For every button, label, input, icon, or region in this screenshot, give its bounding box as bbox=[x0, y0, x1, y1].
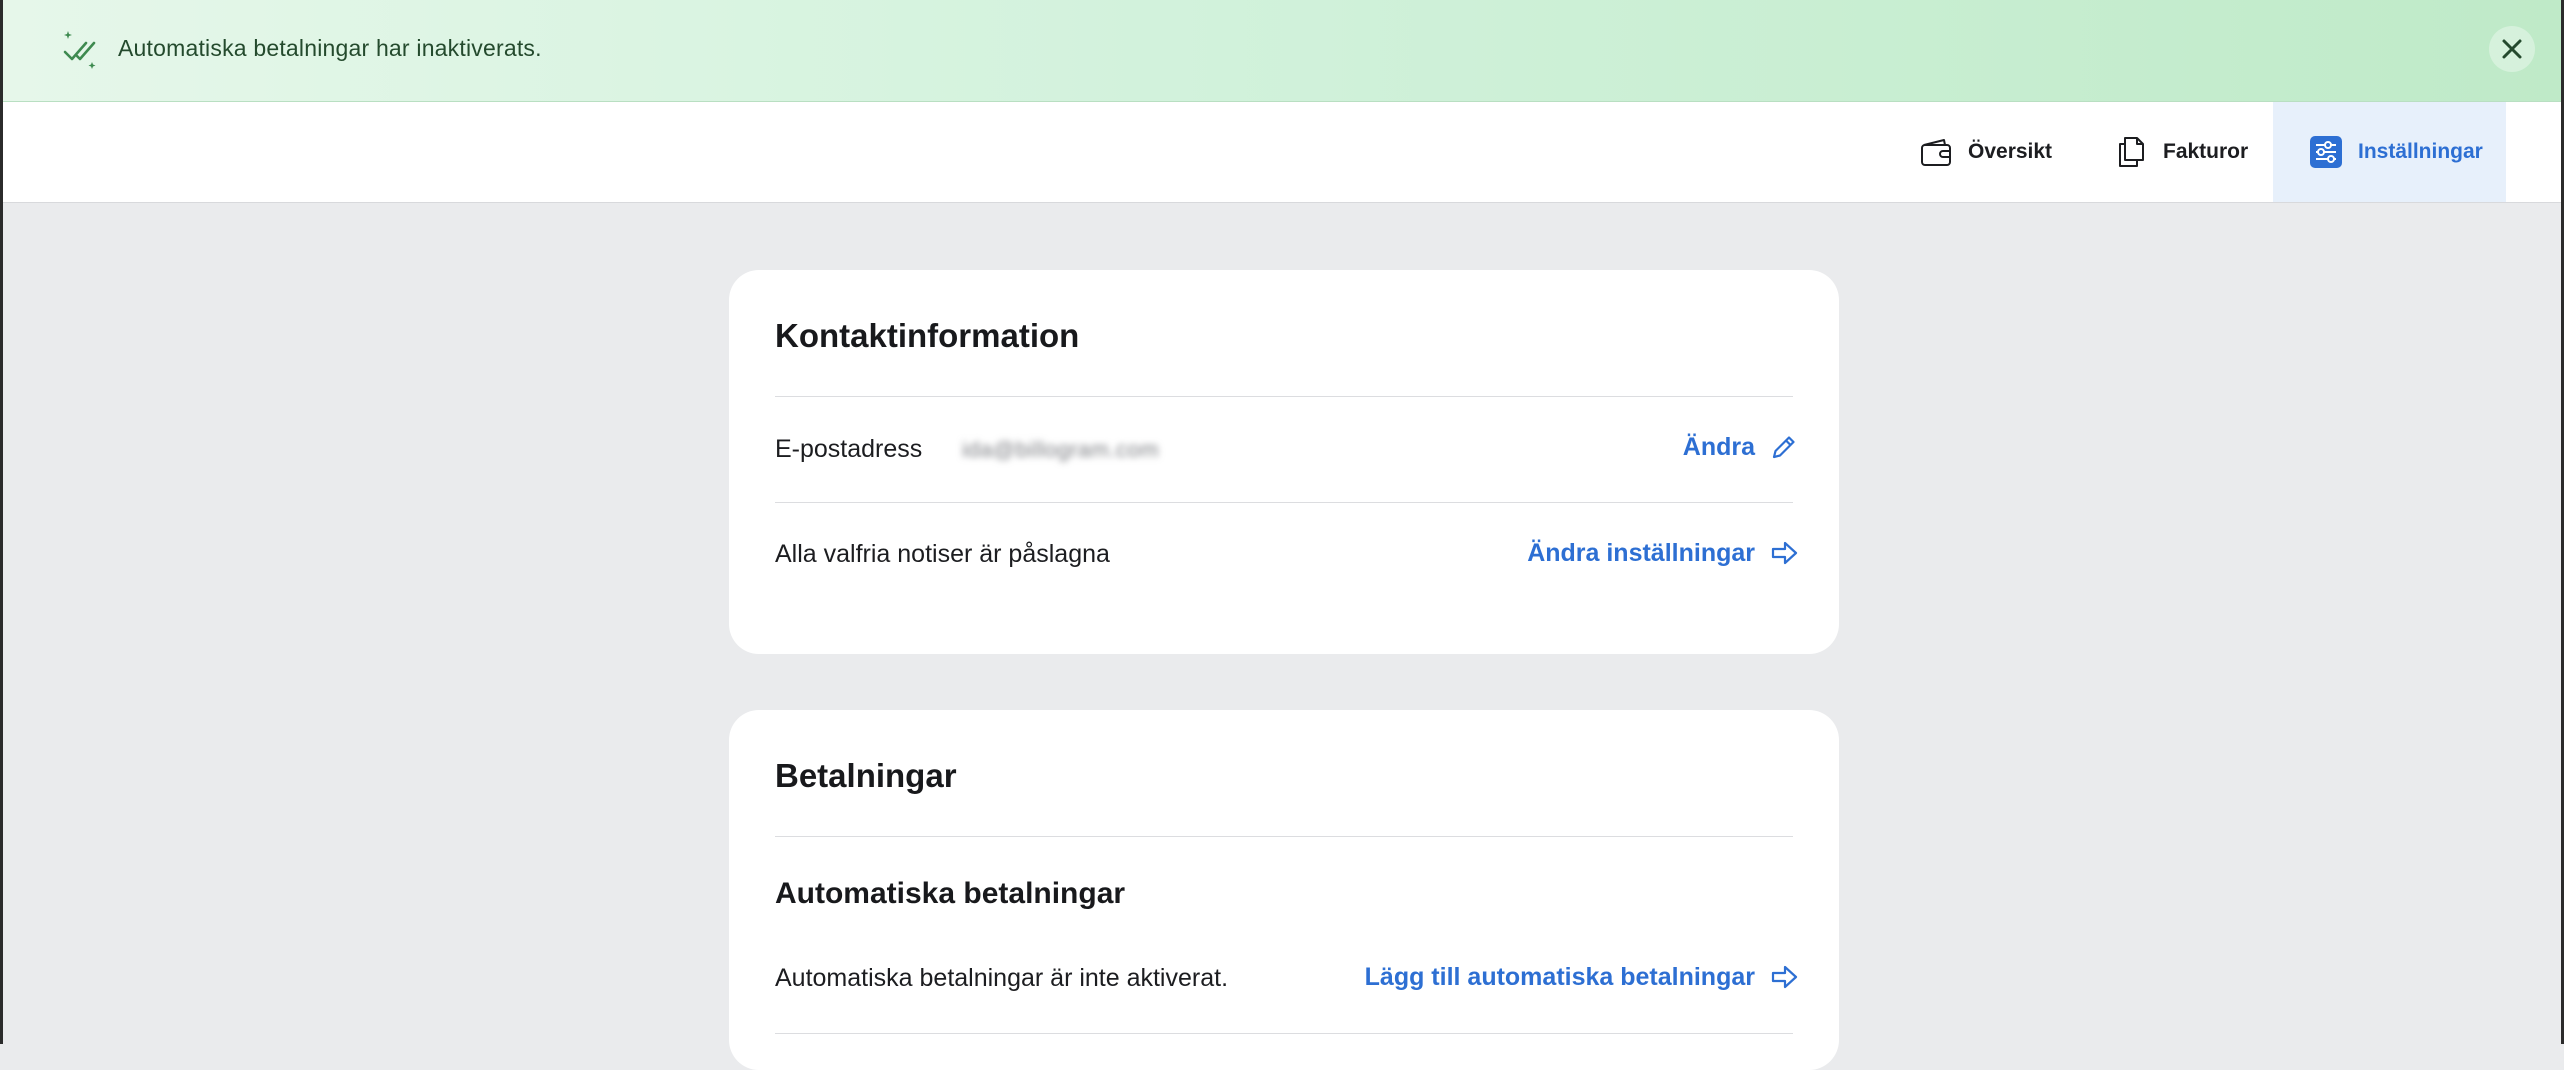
nav-item-fakturor[interactable]: Fakturor bbox=[2113, 102, 2248, 202]
contact-card-title: Kontaktinformation bbox=[775, 317, 1080, 354]
nav-item-label: Översikt bbox=[1968, 140, 2053, 163]
notifications-status: Alla valfria notiser är påslagna bbox=[775, 540, 1110, 568]
autopay-heading: Automatiska betalningar bbox=[775, 877, 1126, 910]
arrow-right-icon bbox=[1771, 541, 1798, 565]
add-autopay-label: Lägg till automatiska betalningar bbox=[1364, 962, 1755, 991]
divider bbox=[775, 502, 1793, 503]
nav-item-installningar[interactable]: Inställningar bbox=[2273, 102, 2506, 202]
divider bbox=[775, 836, 1793, 837]
divider bbox=[775, 1033, 1793, 1034]
nav-item-label: Inställningar bbox=[2358, 140, 2483, 163]
email-value: ida@billogram.com bbox=[962, 437, 1160, 462]
banner-close-button[interactable] bbox=[2489, 26, 2535, 72]
arrow-right-icon bbox=[1771, 965, 1798, 989]
nav-item-label: Fakturor bbox=[2163, 140, 2249, 163]
top-navigation: Översikt Fakturor Inställningar bbox=[3, 102, 2561, 203]
edit-email-label: Ändra bbox=[1682, 432, 1755, 461]
change-settings-label: Ändra inställningar bbox=[1527, 538, 1755, 567]
sliders-icon bbox=[2310, 136, 2342, 168]
change-notification-settings-link[interactable]: Ändra inställningar bbox=[1527, 538, 1799, 568]
contact-info-card: Kontaktinformation E-postadress ida@bill… bbox=[729, 270, 1839, 654]
wallet-icon bbox=[1921, 139, 1951, 166]
edit-email-link[interactable]: Ändra bbox=[1683, 432, 1799, 462]
payments-card: Betalningar Automatiska betalningar Auto… bbox=[729, 710, 1839, 1070]
double-check-sparkle-icon bbox=[63, 31, 96, 69]
add-autopay-link[interactable]: Lägg till automatiska betalningar bbox=[1365, 962, 1799, 992]
success-banner: Automatiska betalningar har inaktiverats… bbox=[3, 0, 2561, 102]
pencil-icon bbox=[1772, 436, 1795, 459]
nav-item-oversikt[interactable]: Översikt bbox=[1918, 102, 2052, 202]
autopay-status: Automatiska betalningar är inte aktivera… bbox=[775, 964, 1229, 992]
divider bbox=[775, 396, 1793, 397]
banner-message: Automatiska betalningar har inaktiverats… bbox=[118, 35, 542, 61]
email-label: E-postadress bbox=[775, 435, 923, 463]
close-icon bbox=[2502, 39, 2522, 59]
payments-card-title: Betalningar bbox=[775, 757, 957, 794]
documents-icon bbox=[2119, 137, 2144, 167]
